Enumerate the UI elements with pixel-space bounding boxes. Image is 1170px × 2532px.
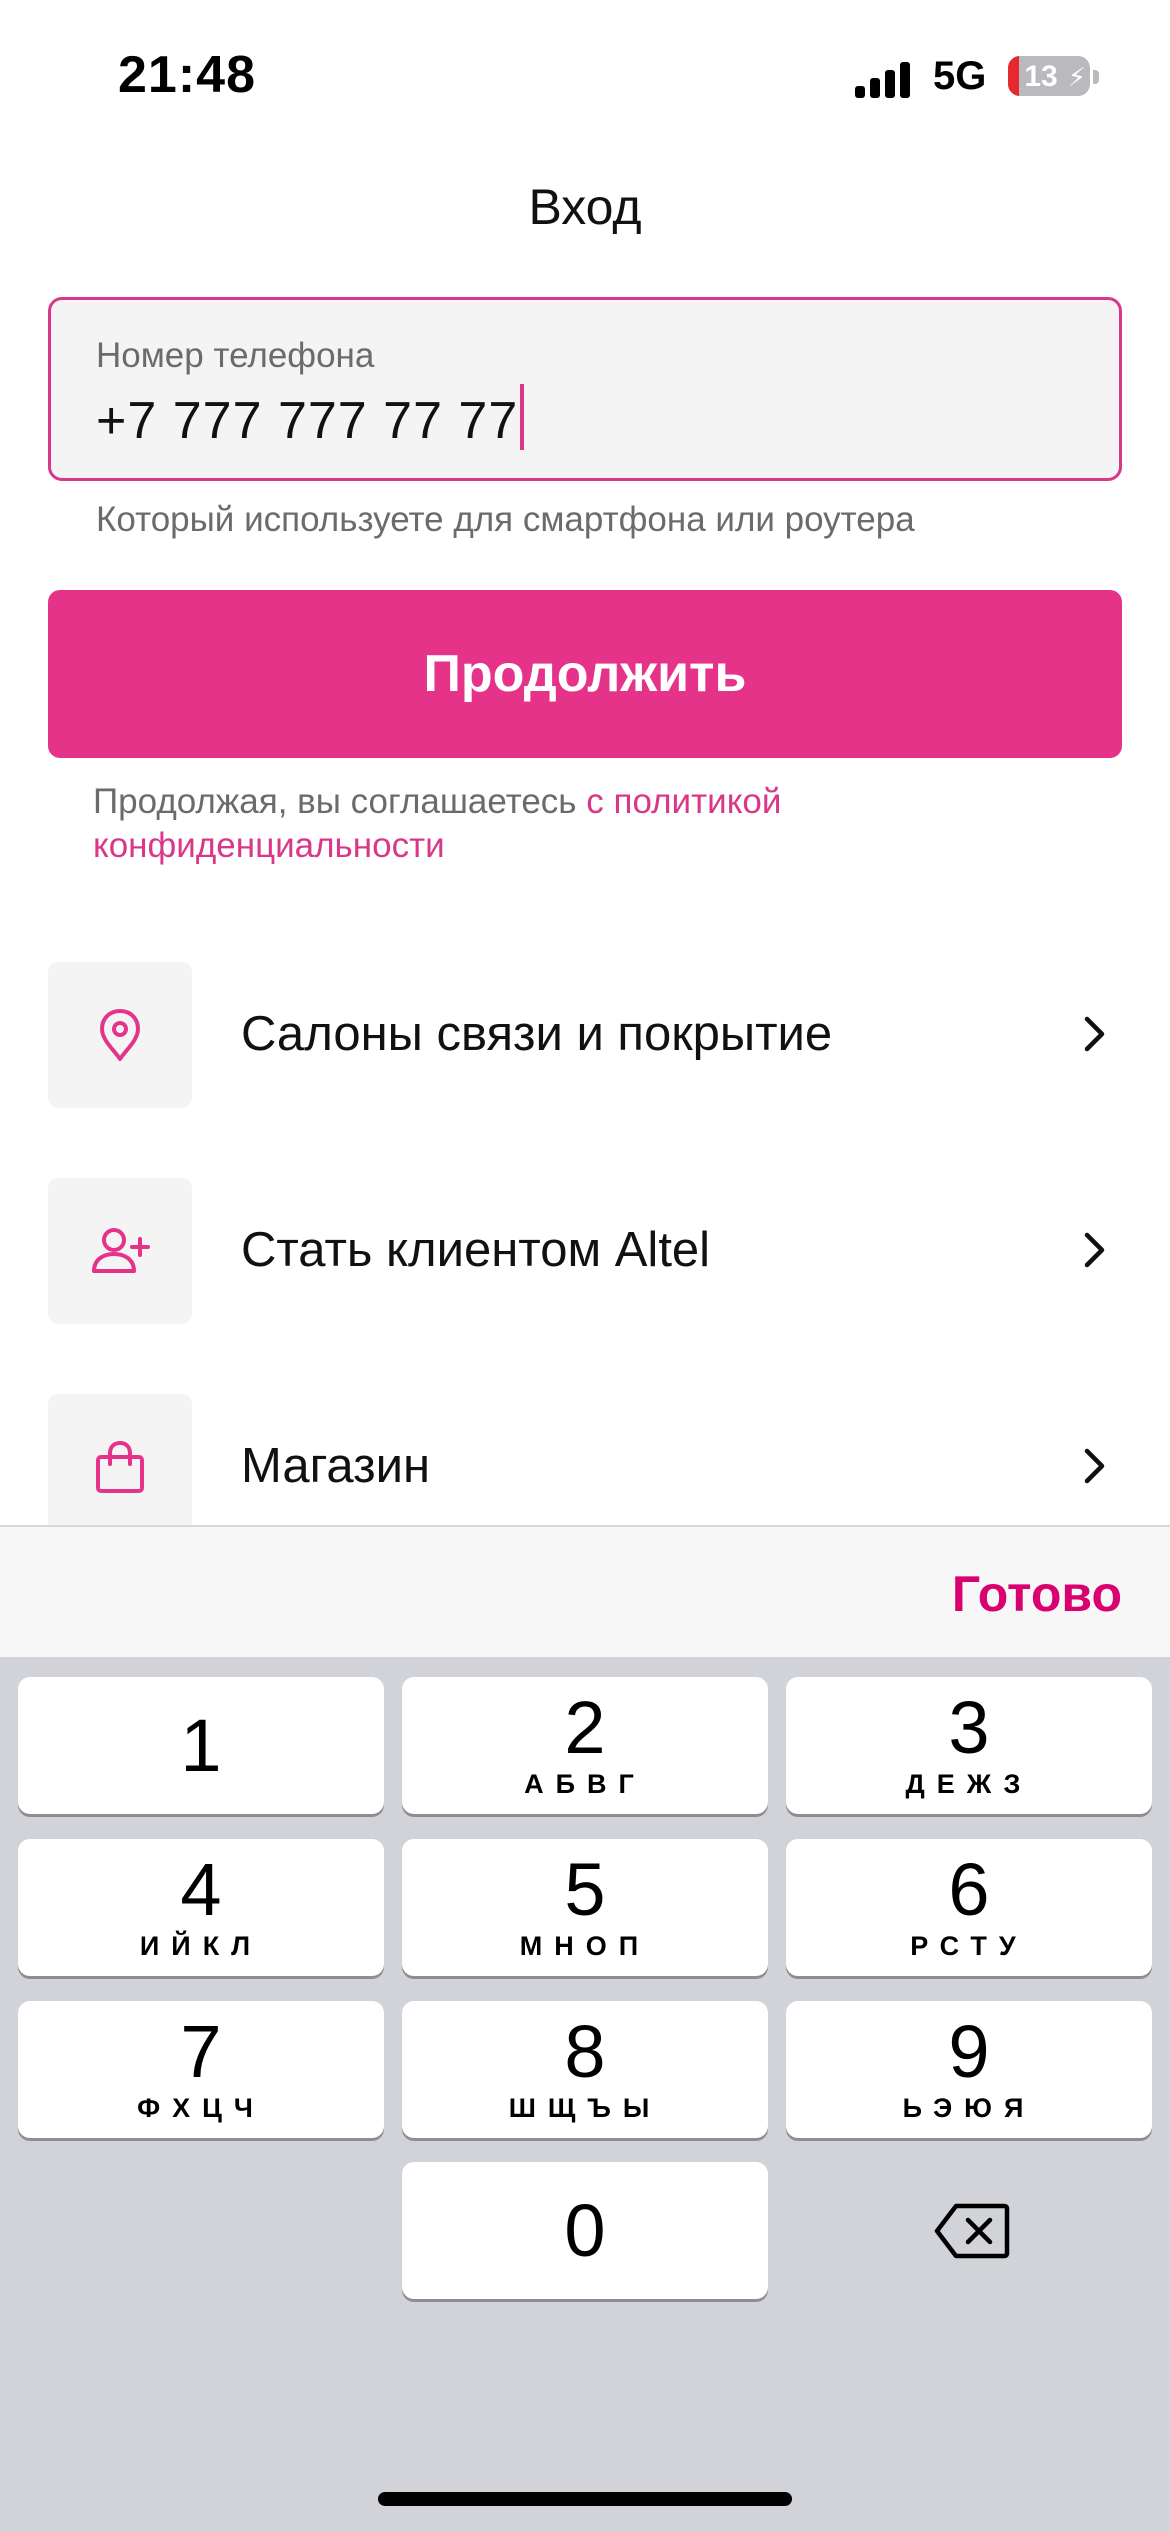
menu-icon-box <box>48 1394 192 1540</box>
backspace-key[interactable] <box>786 2162 1152 2299</box>
key-0[interactable]: 0 <box>402 2162 768 2299</box>
key-letters: ШЩЪЫ <box>508 2093 662 2123</box>
key-3[interactable]: 3 ДЕЖЗ <box>786 1677 1152 1814</box>
status-bar: 21:48 5G 13 ⚡ <box>0 0 1170 150</box>
key-letters: ИЙКЛ <box>139 1931 263 1961</box>
charging-bolt-icon: ⚡ <box>1067 62 1086 92</box>
key-digit: 5 <box>564 1848 606 1931</box>
location-pin-icon <box>100 1009 140 1061</box>
key-letters: РСТУ <box>910 1931 1028 1961</box>
key-letters: ДЕЖЗ <box>905 1769 1033 1799</box>
login-screen: 21:48 5G 13 ⚡ Вход Номер телефона +7 777… <box>0 0 1170 2532</box>
menu-item-label: Стать клиентом Altel <box>241 1223 711 1277</box>
text-caret <box>520 384 525 450</box>
key-2[interactable]: 2 АБВГ <box>402 1677 768 1814</box>
phone-number-field[interactable]: Номер телефона +7 777 777 77 77 <box>48 297 1122 481</box>
menu-item-stores-coverage[interactable]: Салоны связи и покрытие <box>48 962 1122 1108</box>
key-5[interactable]: 5 МНОП <box>402 1839 768 1976</box>
menu-item-label: Магазин <box>241 1439 431 1493</box>
menu-icon-box <box>48 962 192 1108</box>
key-1[interactable]: 1 <box>18 1677 384 1814</box>
battery-percent: 13 <box>1024 60 1058 93</box>
battery-icon: 13 ⚡ <box>1008 56 1090 96</box>
key-8[interactable]: 8 ШЩЪЫ <box>402 2001 768 2138</box>
key-7[interactable]: 7 ФХЦЧ <box>18 2001 384 2138</box>
add-user-icon <box>92 1228 150 1273</box>
key-letters: МНОП <box>519 1931 651 1961</box>
key-letters: ФХЦЧ <box>137 2093 265 2123</box>
continue-button[interactable]: Продолжить <box>48 590 1122 758</box>
numeric-keyboard: 1 2 АБВГ 3 ДЕЖЗ 4 ИЙКЛ 5 МНОП 6 РСТУ 7 Ф… <box>0 1657 1170 2532</box>
backspace-icon <box>934 2203 1010 2259</box>
menu-icon-box <box>48 1178 192 1324</box>
menu-item-become-client[interactable]: Стать клиентом Altel <box>48 1178 1122 1324</box>
key-digit: 8 <box>564 2010 606 2093</box>
menu-item-shop[interactable]: Магазин <box>48 1394 1122 1540</box>
battery-cap <box>1093 70 1099 84</box>
key-digit: 9 <box>948 2010 990 2093</box>
key-4[interactable]: 4 ИЙКЛ <box>18 1839 384 1976</box>
chevron-right-icon <box>1084 1232 1105 1268</box>
consent-text: Продолжая, вы соглашаетесь с политикой к… <box>93 780 1073 868</box>
chevron-right-icon <box>1084 1448 1105 1484</box>
chevron-right-icon <box>1084 1016 1105 1052</box>
home-indicator[interactable] <box>378 2492 792 2506</box>
network-type: 5G <box>933 54 987 98</box>
key-digit: 3 <box>948 1686 990 1769</box>
done-button[interactable]: Готово <box>952 1565 1122 1623</box>
signal-strength-icon <box>855 62 913 98</box>
phone-field-value[interactable]: +7 777 777 77 77 <box>96 392 518 450</box>
menu-item-label: Салоны связи и покрытие <box>241 1007 833 1061</box>
phone-field-hint: Который используете для смартфона или ро… <box>96 500 915 539</box>
key-6[interactable]: 6 РСТУ <box>786 1839 1152 1976</box>
key-digit: 1 <box>180 1704 222 1787</box>
key-digit: 0 <box>564 2189 606 2272</box>
key-letters: АБВГ <box>524 1769 646 1799</box>
key-digit: 6 <box>948 1848 990 1931</box>
page-title: Вход <box>528 179 642 235</box>
key-digit: 2 <box>564 1686 606 1769</box>
consent-prefix: Продолжая, вы соглашаетесь <box>93 782 587 821</box>
phone-field-label: Номер телефона <box>96 336 375 375</box>
keyboard-accessory-bar: Готово <box>0 1525 1170 1657</box>
shopping-bag-icon <box>96 1440 144 1493</box>
key-digit: 7 <box>180 2010 222 2093</box>
key-digit: 4 <box>180 1848 222 1931</box>
key-letters: ЬЭЮЯ <box>902 2093 1036 2123</box>
phone-field-value-wrap[interactable]: +7 777 777 77 77 <box>96 384 525 451</box>
key-9[interactable]: 9 ЬЭЮЯ <box>786 2001 1152 2138</box>
status-time: 21:48 <box>118 46 256 104</box>
